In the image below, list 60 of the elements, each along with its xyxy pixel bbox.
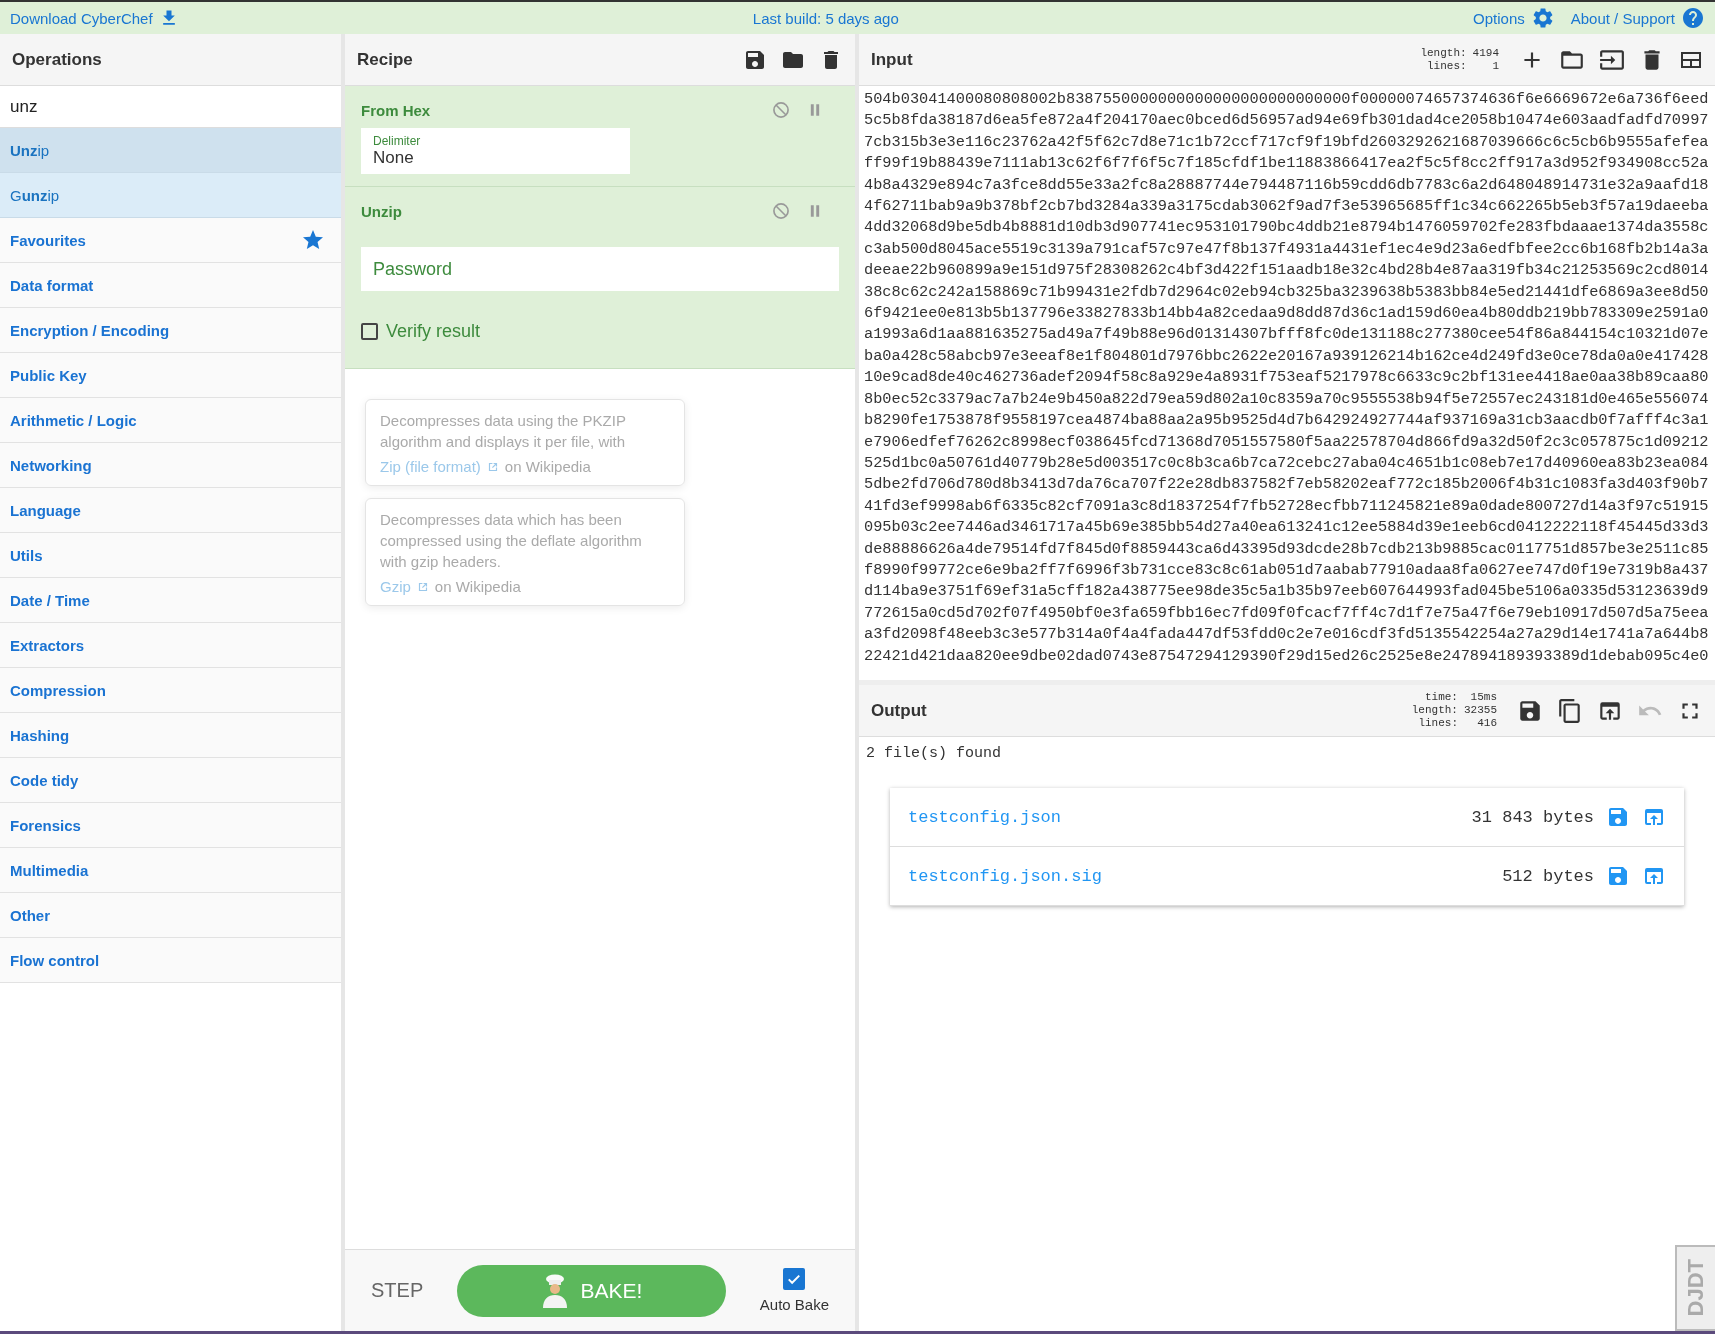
file-link[interactable]: testconfig.json: [908, 807, 1460, 827]
checkbox-label: Auto Bake: [759, 1296, 829, 1313]
support-link[interactable]: About / Support: [1570, 6, 1705, 30]
stat-label: length:: [1420, 46, 1467, 60]
stat-value: 4194: [1472, 46, 1499, 60]
password-field[interactable]: Password: [361, 247, 839, 291]
auto-bake-checkbox[interactable]: [783, 1268, 806, 1290]
link-suffix: on Wikipedia: [504, 458, 591, 475]
panel-title: Operations: [12, 49, 102, 70]
stat-value: 1: [1491, 59, 1499, 73]
stat-label: lines:: [1417, 717, 1458, 730]
stat-value: 15ms: [1469, 691, 1497, 704]
options-link[interactable]: Options: [1473, 6, 1555, 30]
operation-item[interactable]: Unzip: [0, 128, 341, 173]
stat-label: time:: [1423, 691, 1458, 704]
file-size: 512 bytes: [1502, 866, 1594, 886]
output-summary: 2 file(s) found: [866, 745, 1003, 762]
category-item[interactable]: Extractors: [10, 636, 85, 654]
category-item[interactable]: Forensics: [10, 816, 81, 834]
category-item[interactable]: Utils: [10, 546, 43, 564]
star-icon[interactable]: [301, 228, 325, 252]
checkbox[interactable]: [361, 323, 378, 340]
bake-button[interactable]: BAKE!: [457, 1264, 726, 1317]
category-item[interactable]: Compression: [10, 681, 106, 699]
build-info: Last build: 5 days ago: [752, 9, 899, 27]
category-item[interactable]: Arithmetic / Logic: [10, 411, 137, 429]
category-item[interactable]: Encryption / Encoding: [10, 321, 170, 339]
stat-value: 416: [1476, 717, 1497, 730]
link-suffix: on Wikipedia: [434, 578, 521, 595]
stat-label: lines:: [1426, 59, 1467, 73]
panel-title: Recipe: [357, 49, 413, 70]
file-size: 31 843 bytes: [1471, 807, 1594, 827]
tooltip-text: Decompresses data which has been compressed using the deflate algorithm with gzip headers.: [380, 510, 643, 572]
category-item[interactable]: Flow control: [10, 951, 100, 969]
panel-title: Input: [871, 49, 913, 70]
checkbox-label: Verify result: [386, 321, 481, 342]
category-item[interactable]: Date / Time: [10, 591, 90, 609]
category-item[interactable]: Hashing: [10, 726, 70, 744]
category-item[interactable]: Public Key: [10, 366, 87, 384]
step-title: Unzip: [361, 202, 402, 220]
select-field[interactable]: Delimiter None: [361, 128, 630, 174]
stat-label: length:: [1411, 704, 1458, 717]
category-item[interactable]: Code tidy: [10, 771, 79, 789]
stat-value: 32355: [1464, 704, 1497, 717]
panel-title: Output: [871, 700, 927, 721]
input-text-area[interactable]: 504b03041400080808002b8387550000000000000000000000000f00000074657374636f6e6669672e6a736f6eed 5c5b8fda38187d6ea5fe872a4f204170aec0bced6d56957ad94e69fb301dad4ce2058b10474e603aadfadfd70997 7cb315b3e3e116c23762a42f5f62c7d8e71c1b72ccf717cf9f19bfd2603292621687039666c6c5cb6b9555afefea ff99f19b88439e7111ab13c62f6f7f6f5c7f185cfdf1be11883866417ea2f5c5f8cc2ff917a3d952f934908cc52a 4b8a4329e894c7a3fce8dd55e33a2fc8a28887744e794487116b59cdd6db7783c6a2d648048914731e32a9aafd18 4f62711bab9a9b378bf2cb7bd3284a339a3175cdab3062f9ad7f3e53965685ff1c34c662265b5eb3f57a19daeeba 4dd32068d9be5db4b8881d10db3d907741ec953101790bc4ddb21e8794b1476059702fe283fbdaaae1374da3558c c3ab500d8045ace5519c3139a791caf57c97e47f8b137f4931a4431ef1ec4e9d23a6edfbfee2cc6b168fb2b14a3a deeae22b960899a9e151d975f28308262c4bf3d422f151aadb18e32c4bd28b4e87aa319fb34c21253569c2cd8014 38c8c62c242a158869c71b99431e2fdb7d2964c02eb94cb325ba3239638b5383bb84e5ed21441dfe6869a3ee8d50 6f9421ee0e813b5b137796e33827833b14bb4a82cedaa9d8dd87d36c1ad159d60ea4b80ddb219bb783309e2591a0 a1993a6d1aa881635275ad49a7f49b88e96d01314307bfff8fc0de131188c277380cee54f86a844154c10321d07e ba0a428c58abcb97e3eeaf8e1f804801d7976bbc2622e20167a939126214b162ce4d249fd3e0ce78da0a0e417428 10e9cad8de40c462736adef2094f58c8a929e4a8931f753eaf5217978c6633c9c2bf131ee4418ae0aa38b89caa80 8b0ec52c3379ac7a7b24e9b450a822d79ea59d802a10c8359a70c9555538b94f5e72557ec243181d0e465e556074 b8290fe1753878f9558197cea4874ba88aa2a95b9525d4d7b642924927744af937169a31cb3aacdb0f7afff4c3a1 e7906edfef76262c8998ecf038645fcd71368d7051557580f5aa22578704d866fd9a32d50f2c3c057875c1d09212 525d1bc0a50761d40779b28e5d003517c0c8b3ca6b7ca72cebc27aba04c4651b1c08eb7e17d40960ea83b23ea084 5dbe2fd706d780d8b3413d7da76ca707f22e28db837582f7eb58202eaf772c185b2006f4b31c1083fa3d403f90b7 41fd3ef9998ab6f6335c82cf7091a3c8d1837254f7fb52728ecfbb711245821e89a0dade800727d14a3f97c51915 095b03c2ee7446ad3461717a45b69e385bb54d27a40ea613241c12ee5884d39e1eeb6cd0412222118f45445d33d3 de88886626a4de79514fd7f845d0f8859443ca6d43395d93dcde28b7cdb213b9885cac0117751d857be3e2511c85 f8990f99772ce6e9ba2ff7f6996f3b731cce83c8c61ab051d7aabab77910adaa8fa0627ee747d0f19e7319b8a437 d114ba9e3751f69ef31a5cff182a438775ee98de35c5a1b35b97eeb607644993fad045be5106a0335d53123639d9 772615a0cd5d702f07f4950bf0e3fa659fbb16ec7fd09f0fcacf7ff4c7d1f7e75a47f6e79eb10917d507d5a75eea a3fd2098f48eeb3c3e577b314a0f4a4fada447df53fdd0c2e7e016cdf3fd5135542254a27a29d14e1741a7a644b8 22421d421daa820ee9dbe02dad0743e87547294129390f29d15ed26c2525e8e247894189393389d1debab095c4e0: [859, 86, 1715, 680]
file-link[interactable]: testconfig.json.sig: [908, 866, 1491, 886]
step-title: From Hex: [361, 101, 431, 119]
operation-item[interactable]: Gunzip: [0, 173, 341, 218]
help-icon: [1681, 6, 1705, 30]
copy-icon[interactable]: [1557, 697, 1583, 724]
category-item[interactable]: Data format: [10, 276, 94, 294]
category-item[interactable]: Multimedia: [10, 861, 89, 879]
category-item[interactable]: Favourites: [10, 231, 86, 249]
step-button[interactable]: STEP: [371, 1271, 424, 1310]
category-item[interactable]: Other: [10, 906, 50, 924]
category-item[interactable]: Language: [10, 501, 81, 519]
category-item[interactable]: Networking: [10, 456, 92, 474]
chef-icon: [540, 1273, 569, 1308]
download-link[interactable]: Download CyberChef: [10, 8, 179, 28]
